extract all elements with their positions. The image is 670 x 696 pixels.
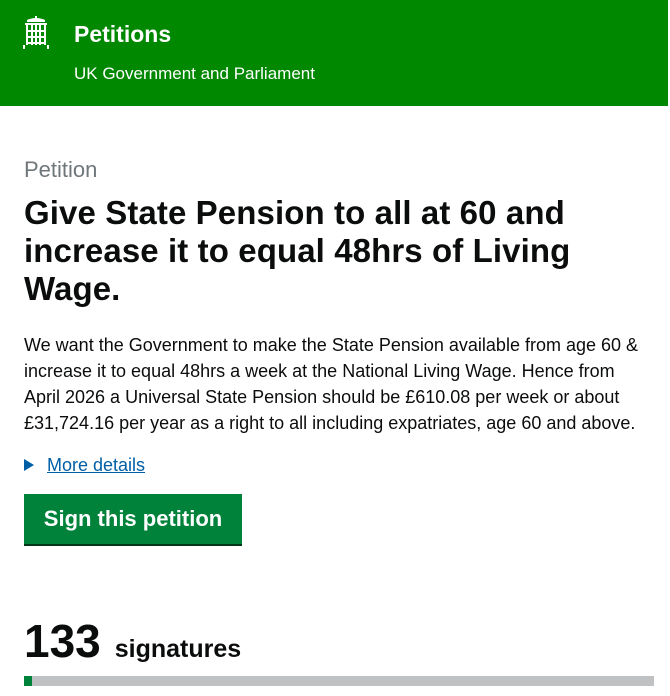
petition-caption: Petition xyxy=(24,157,98,182)
site-title-link[interactable]: Petitions xyxy=(74,21,171,47)
petition-title: Give State Pension to all at 60 and incr… xyxy=(24,194,571,307)
petition-description: We want the Government to make the State… xyxy=(24,335,639,433)
signature-label: signatures xyxy=(114,635,242,663)
signature-progress-bar xyxy=(24,676,654,686)
signature-count-block: 133 signatures xyxy=(24,616,241,666)
signature-progress-fill xyxy=(24,676,33,686)
signature-count: 133 xyxy=(24,615,101,667)
site-subtitle: UK Government and Parliament xyxy=(74,64,315,83)
more-details-link[interactable]: More details xyxy=(47,454,145,476)
petition-main: Petition Give State Pension to all at 60… xyxy=(24,156,644,544)
more-details-toggle[interactable]: More details xyxy=(24,454,644,476)
triangle-right-icon xyxy=(24,459,34,471)
portcullis-icon xyxy=(23,16,49,49)
site-header: Petitions UK Government and Parliament xyxy=(0,0,668,106)
sign-petition-button[interactable]: Sign this petition xyxy=(24,494,242,544)
